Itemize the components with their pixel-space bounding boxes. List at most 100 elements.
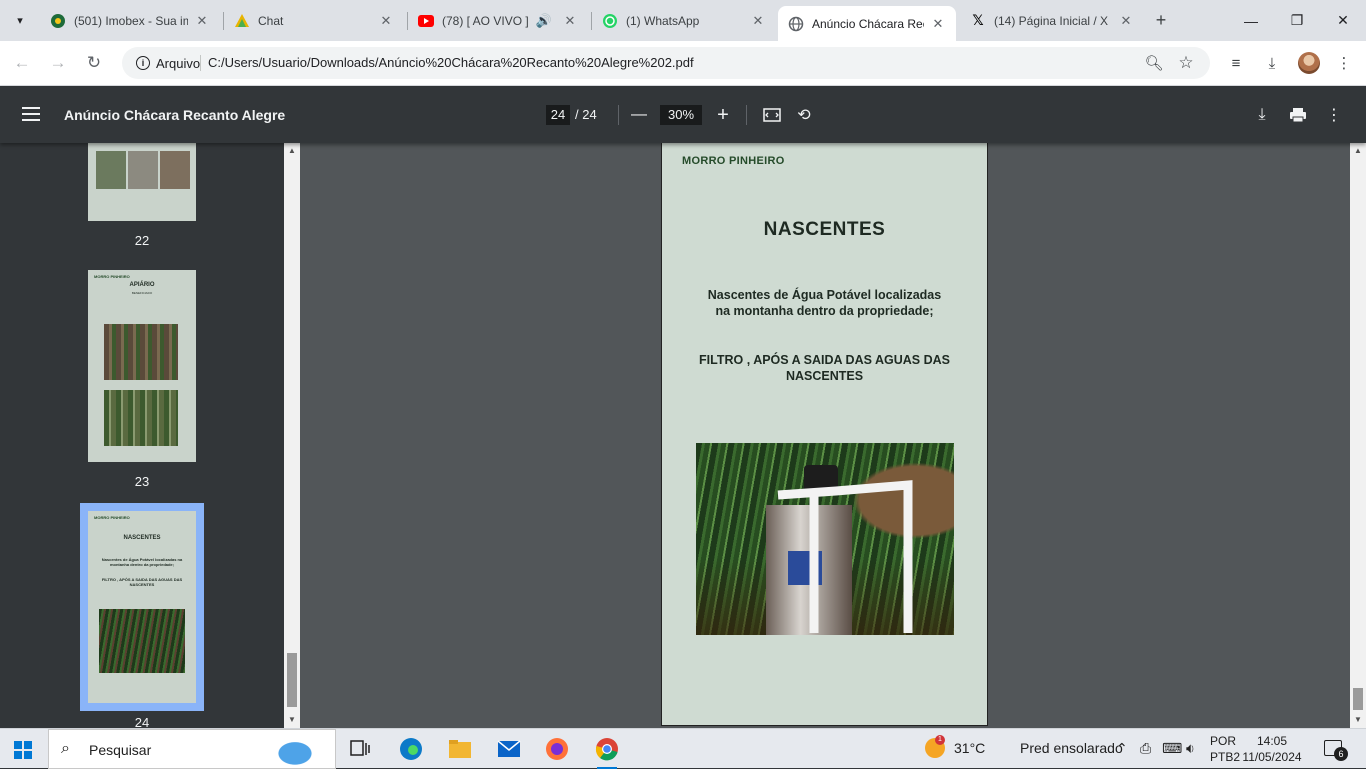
- browser-menu-icon[interactable]: ⋮: [1332, 51, 1356, 75]
- taskbar-search-box[interactable]: ⌕ Pesquisar: [48, 729, 336, 769]
- tab-chat[interactable]: Chat ✕: [224, 6, 404, 35]
- whatsapp-icon: [602, 13, 618, 29]
- minimize-button[interactable]: —: [1228, 0, 1274, 41]
- media-queue-icon[interactable]: ≡: [1224, 51, 1248, 75]
- scroll-up-arrow-icon[interactable]: ▲: [1353, 146, 1363, 156]
- speaker-icon[interactable]: 🔊: [536, 13, 552, 29]
- document-title: Anúncio Chácara Recanto Alegre: [64, 107, 286, 123]
- chrome-icon[interactable]: [593, 735, 621, 769]
- print-icon[interactable]: [1286, 103, 1310, 127]
- sidebar-scroll-thumb[interactable]: [287, 653, 297, 707]
- file-explorer-icon[interactable]: [446, 735, 474, 763]
- close-icon[interactable]: ✕: [1118, 13, 1134, 29]
- fit-to-page-icon[interactable]: [760, 103, 784, 127]
- task-view-icon[interactable]: [346, 735, 374, 763]
- page-number-input[interactable]: 24: [546, 105, 570, 125]
- thumbnail-page-24[interactable]: MORRO PINHEIRO NASCENTES Nascentes de Ág…: [88, 511, 196, 703]
- zoom-magnifier-icon[interactable]: 🔍︎: [1144, 53, 1164, 73]
- url-text[interactable]: C:/Users/Usuario/Downloads/Anúncio%20Chá…: [208, 55, 694, 70]
- back-button[interactable]: ←: [8, 49, 36, 77]
- tab-youtube[interactable]: (78) [ AO VIVO ] L 🔊 ✕: [408, 6, 588, 35]
- clock-time: 14:05: [1256, 734, 1288, 748]
- thumbnail-photo: [160, 151, 190, 189]
- close-window-button[interactable]: ✕: [1320, 0, 1366, 41]
- imobex-icon: [50, 13, 66, 29]
- zoom-in-icon[interactable]: +: [711, 103, 735, 127]
- address-bar[interactable]: i Arquivo C:/Users/Usuario/Downloads/Anú…: [122, 47, 1210, 79]
- pdf-viewer[interactable]: MORRO PINHEIRO NASCENTES Nascentes de Ág…: [300, 143, 1350, 728]
- toolbar-divider: [746, 105, 747, 125]
- reload-button[interactable]: ↻: [80, 49, 108, 77]
- site-info-chip[interactable]: i Arquivo: [128, 51, 208, 75]
- language-code: POR: [1210, 734, 1237, 748]
- sidebar-scrollbar[interactable]: ▲ ▼: [284, 143, 300, 728]
- thumbnail-photo: [104, 390, 178, 446]
- tab-anuncio-pdf[interactable]: Anúncio Chácara Rec ✕: [778, 6, 956, 41]
- thumbnail-text: FILTRO , APÓS A SAIDA DAS AGUAS DAS NASC…: [101, 577, 183, 587]
- firefox-icon[interactable]: [543, 735, 571, 763]
- bookmark-star-icon[interactable]: ☆: [1176, 53, 1196, 73]
- close-icon[interactable]: ✕: [194, 13, 210, 29]
- zoom-out-icon[interactable]: —: [627, 103, 651, 127]
- volume-icon[interactable]: 🔉︎: [1186, 740, 1195, 757]
- rotate-icon[interactable]: ⟲: [792, 103, 816, 127]
- tab-whatsapp[interactable]: (1) WhatsApp ✕: [592, 6, 776, 35]
- keyboard-layout: PTB2: [1210, 750, 1241, 764]
- thumbnail-page-23[interactable]: MORRO PINHEIRO APIÁRIO BENEFICIADO: [88, 270, 196, 462]
- search-highlight-bird-icon: [265, 733, 325, 767]
- tab-x[interactable]: 𝕏 (14) Página Inicial / X ✕: [960, 6, 1144, 35]
- network-icon[interactable]: ⌨: [1162, 740, 1182, 757]
- page-paragraph: FILTRO , APÓS A SAIDA DAS AGUAS DAS NASC…: [699, 353, 950, 383]
- x-icon: 𝕏: [972, 12, 984, 28]
- close-icon[interactable]: ✕: [750, 13, 766, 29]
- more-options-icon[interactable]: ⋮: [1322, 103, 1346, 127]
- globe-icon: [788, 16, 804, 32]
- new-tab-button[interactable]: +: [1151, 10, 1171, 30]
- mail-icon[interactable]: [495, 735, 523, 763]
- thumbnail-page-22[interactable]: [88, 143, 196, 221]
- page-heading: NASCENTES: [763, 219, 886, 240]
- forward-button[interactable]: →: [44, 49, 72, 77]
- close-icon[interactable]: ✕: [930, 16, 946, 32]
- avatar[interactable]: [1298, 52, 1320, 74]
- download-icon[interactable]: ⤓: [1250, 103, 1274, 127]
- tab-title: (1) WhatsApp: [626, 13, 700, 28]
- toolbar-divider: [618, 105, 619, 125]
- thumbnail-heading: APIÁRIO: [129, 282, 155, 288]
- thumbnail-heading: NASCENTES: [123, 535, 161, 541]
- thumbnail-page-number: 23: [134, 474, 150, 489]
- edge-icon[interactable]: [397, 735, 425, 763]
- chip-separator: [200, 55, 201, 71]
- restore-button[interactable]: ❐: [1274, 0, 1320, 41]
- thumbnail-photo: [128, 151, 158, 189]
- show-hidden-icons-chevron-icon[interactable]: ⌃: [1116, 740, 1128, 757]
- clock-date: 11/05/2024: [1242, 750, 1302, 764]
- hamburger-menu-icon[interactable]: [22, 107, 40, 121]
- downloads-icon[interactable]: ⤓: [1260, 51, 1284, 75]
- system-clock[interactable]: 14:05 11/05/2024: [1242, 733, 1302, 765]
- meet-now-icon[interactable]: ⎙: [1140, 740, 1151, 757]
- tab-search-chevron-icon[interactable]: ▾: [8, 8, 32, 32]
- page-brand: MORRO PINHEIRO: [682, 155, 785, 167]
- search-icon: ⌕: [61, 740, 70, 757]
- pdf-page: MORRO PINHEIRO NASCENTES Nascentes de Ág…: [661, 143, 988, 726]
- thumbnail-brand: MORRO PINHEIRO: [94, 515, 130, 520]
- zoom-input[interactable]: 30%: [660, 105, 702, 125]
- viewer-scroll-thumb[interactable]: [1353, 688, 1363, 710]
- tab-title: Anúncio Chácara Rec: [812, 16, 924, 31]
- weather-temperature[interactable]: 31°C: [954, 740, 985, 756]
- tab-imobex[interactable]: (501) Imobex - Sua im ✕: [40, 6, 220, 35]
- notification-count-badge: 6: [1334, 747, 1348, 761]
- language-indicator[interactable]: POR PTB2: [1210, 733, 1240, 765]
- close-icon[interactable]: ✕: [378, 13, 394, 29]
- close-icon[interactable]: ✕: [562, 13, 578, 29]
- scroll-down-arrow-icon[interactable]: ▼: [287, 715, 297, 725]
- viewer-scrollbar[interactable]: ▲ ▼: [1350, 143, 1366, 728]
- info-icon: i: [136, 56, 150, 70]
- thumbnail-photo: [99, 609, 185, 673]
- windows-start-icon[interactable]: [14, 741, 32, 759]
- weather-description[interactable]: Pred ensolarado: [1020, 740, 1123, 756]
- scroll-down-arrow-icon[interactable]: ▼: [1353, 715, 1363, 725]
- pdf-toolbar: Anúncio Chácara Recanto Alegre 24 / 24 —…: [0, 87, 1366, 143]
- scroll-up-arrow-icon[interactable]: ▲: [287, 146, 297, 156]
